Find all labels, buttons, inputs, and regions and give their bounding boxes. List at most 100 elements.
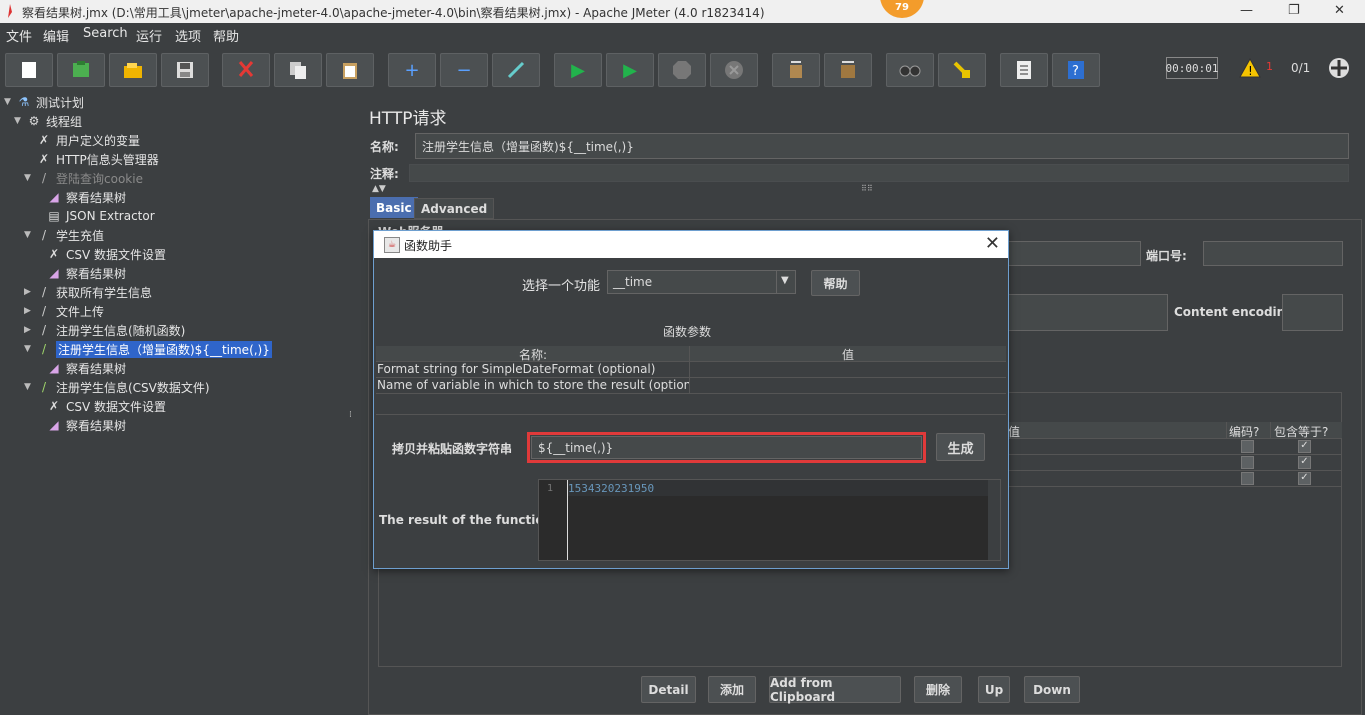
tree-node[interactable]: ▼ ⚗ 测试计划 — [4, 93, 84, 111]
divider-grip-icon[interactable]: ⠿⠿ — [861, 184, 873, 193]
collapse-arrows-icon[interactable]: ▲▼ — [372, 184, 386, 194]
start-no-pause-icon[interactable]: ▶ — [606, 53, 654, 87]
encode-checkbox[interactable] — [1241, 456, 1254, 469]
expander-icon[interactable]: ▶ — [24, 306, 36, 316]
menu-search[interactable]: Search — [83, 26, 128, 41]
menu-edit[interactable]: 编辑 — [43, 26, 69, 45]
search-icon[interactable] — [886, 53, 934, 87]
reset-search-icon[interactable] — [938, 53, 986, 87]
table-row[interactable] — [1006, 454, 1342, 471]
chevron-down-icon[interactable]: ▼ — [781, 275, 789, 286]
tree-node[interactable]: ▼ / 学生充值 — [24, 226, 104, 244]
tree-node[interactable]: ▤ JSON Extractor — [34, 207, 154, 225]
down-button[interactable]: Down — [1024, 676, 1080, 703]
tree-node[interactable]: ▶ / 注册学生信息(随机函数) — [24, 321, 185, 339]
include-equals-checkbox[interactable]: ✓ — [1298, 472, 1311, 485]
splitter-grip-icon[interactable]: ⁞ — [349, 410, 352, 420]
new-icon[interactable] — [5, 53, 53, 87]
menu-file[interactable]: 文件 — [6, 26, 32, 45]
function-string-field[interactable]: ${__time(,)} — [531, 436, 922, 459]
remote-icon[interactable] — [1328, 57, 1350, 82]
server-name-field[interactable] — [1006, 241, 1141, 266]
tree-node[interactable]: ▼ / 登陆查询cookie — [24, 169, 143, 187]
start-icon[interactable]: ▶ — [554, 53, 602, 87]
restore-button[interactable]: ❐ — [1288, 3, 1300, 18]
expander-icon[interactable]: ▼ — [24, 344, 36, 354]
save-icon[interactable] — [161, 53, 209, 87]
scrollbar[interactable] — [988, 480, 1000, 560]
table-row[interactable] — [1006, 470, 1342, 487]
up-button[interactable]: Up — [978, 676, 1010, 703]
menu-help[interactable]: 帮助 — [213, 26, 239, 45]
tab-basic[interactable]: Basic — [370, 197, 418, 218]
tree-node[interactable]: ▶ / 获取所有学生信息 — [24, 283, 152, 301]
open-icon[interactable] — [109, 53, 157, 87]
expand-icon[interactable]: + — [388, 53, 436, 87]
clear-all-icon[interactable] — [824, 53, 872, 87]
tree-node[interactable]: ✗ 用户定义的变量 — [24, 131, 140, 149]
tree-node[interactable]: ▼ / 注册学生信息(CSV数据文件) — [24, 378, 210, 396]
help-icon[interactable]: ? — [1052, 53, 1100, 87]
minimize-button[interactable]: — — [1240, 3, 1253, 18]
copy-icon[interactable] — [274, 53, 322, 87]
tree-node[interactable]: ◢ 察看结果树 — [34, 416, 126, 434]
tree-node[interactable]: ◢ 察看结果树 — [34, 264, 126, 282]
notification-badge[interactable]: 79 — [880, 0, 924, 18]
dialog-title: 函数助手 — [404, 239, 453, 253]
param-value[interactable] — [690, 378, 1006, 394]
add-from-clipboard-button[interactable]: Add from Clipboard — [769, 676, 901, 704]
expander-icon[interactable]: ▶ — [24, 287, 36, 297]
function-select[interactable]: __time ▼ — [607, 270, 796, 294]
table-row[interactable]: Format string for SimpleDateFormat (opti… — [376, 362, 1006, 378]
tree-node[interactable]: ✗ CSV 数据文件设置 — [34, 245, 166, 263]
result-area[interactable]: 1 1534320231950 — [538, 479, 1001, 561]
paste-icon[interactable] — [326, 53, 374, 87]
add-button[interactable]: 添加 — [708, 676, 756, 703]
warning-icon[interactable]: ! — [1239, 57, 1261, 81]
tree-node[interactable]: ▼ / 注册学生信息（增量函数)${__time(,)} — [24, 340, 272, 358]
cut-icon[interactable] — [222, 53, 270, 87]
name-field[interactable]: 注册学生信息（增量函数)${__time(,)} — [415, 133, 1349, 159]
path-field[interactable] — [1006, 294, 1168, 331]
tree-node[interactable]: ▶ / 文件上传 — [24, 302, 104, 320]
table-row[interactable] — [1006, 438, 1342, 455]
tab-advanced[interactable]: Advanced — [414, 198, 495, 219]
include-equals-checkbox[interactable]: ✓ — [1298, 456, 1311, 469]
expander-icon[interactable]: ▶ — [24, 325, 36, 335]
tree-node[interactable]: ◢ 察看结果树 — [34, 359, 126, 377]
function-helper-icon[interactable] — [1000, 53, 1048, 87]
param-value[interactable] — [690, 362, 1006, 378]
expander-icon[interactable]: ▼ — [4, 97, 16, 107]
menu-run[interactable]: 运行 — [136, 26, 162, 45]
expander-icon[interactable]: ▼ — [24, 230, 36, 240]
tree-node[interactable]: ◢ 察看结果树 — [34, 188, 126, 206]
encode-checkbox[interactable] — [1241, 440, 1254, 453]
detail-button[interactable]: Detail — [641, 676, 696, 703]
tree-node[interactable]: ✗ HTTP信息头管理器 — [24, 150, 159, 168]
templates-icon[interactable] — [57, 53, 105, 87]
stop-icon[interactable] — [658, 53, 706, 87]
expander-icon[interactable]: ▼ — [24, 173, 36, 183]
port-field[interactable] — [1203, 241, 1343, 266]
include-equals-checkbox[interactable]: ✓ — [1298, 440, 1311, 453]
generate-button[interactable]: 生成 — [936, 433, 985, 461]
encode-checkbox[interactable] — [1241, 472, 1254, 485]
tree-node[interactable]: ✗ CSV 数据文件设置 — [34, 397, 166, 415]
collapse-icon[interactable]: − — [440, 53, 488, 87]
delete-button[interactable]: 删除 — [914, 676, 962, 703]
close-icon[interactable]: ✕ — [985, 233, 1000, 254]
content-encoding-field[interactable] — [1282, 294, 1343, 331]
tree-node[interactable]: ▼ ⚙ 线程组 — [14, 112, 82, 130]
window-title-bar: 察看结果树.jmx (D:\常用工具\jmeter\apache-jmeter-… — [0, 0, 1365, 23]
expander-icon[interactable]: ▼ — [14, 116, 26, 126]
clear-icon[interactable] — [772, 53, 820, 87]
splitter[interactable]: ⁞ — [346, 92, 356, 715]
comment-field[interactable] — [409, 164, 1349, 182]
help-button[interactable]: 帮助 — [811, 270, 860, 296]
menu-options[interactable]: 选项 — [175, 26, 201, 45]
shutdown-icon[interactable] — [710, 53, 758, 87]
close-window-button[interactable]: ✕ — [1334, 3, 1345, 18]
table-row[interactable]: Name of variable in which to store the r… — [376, 378, 1006, 394]
expander-icon[interactable]: ▼ — [24, 382, 36, 392]
toggle-icon[interactable] — [492, 53, 540, 87]
